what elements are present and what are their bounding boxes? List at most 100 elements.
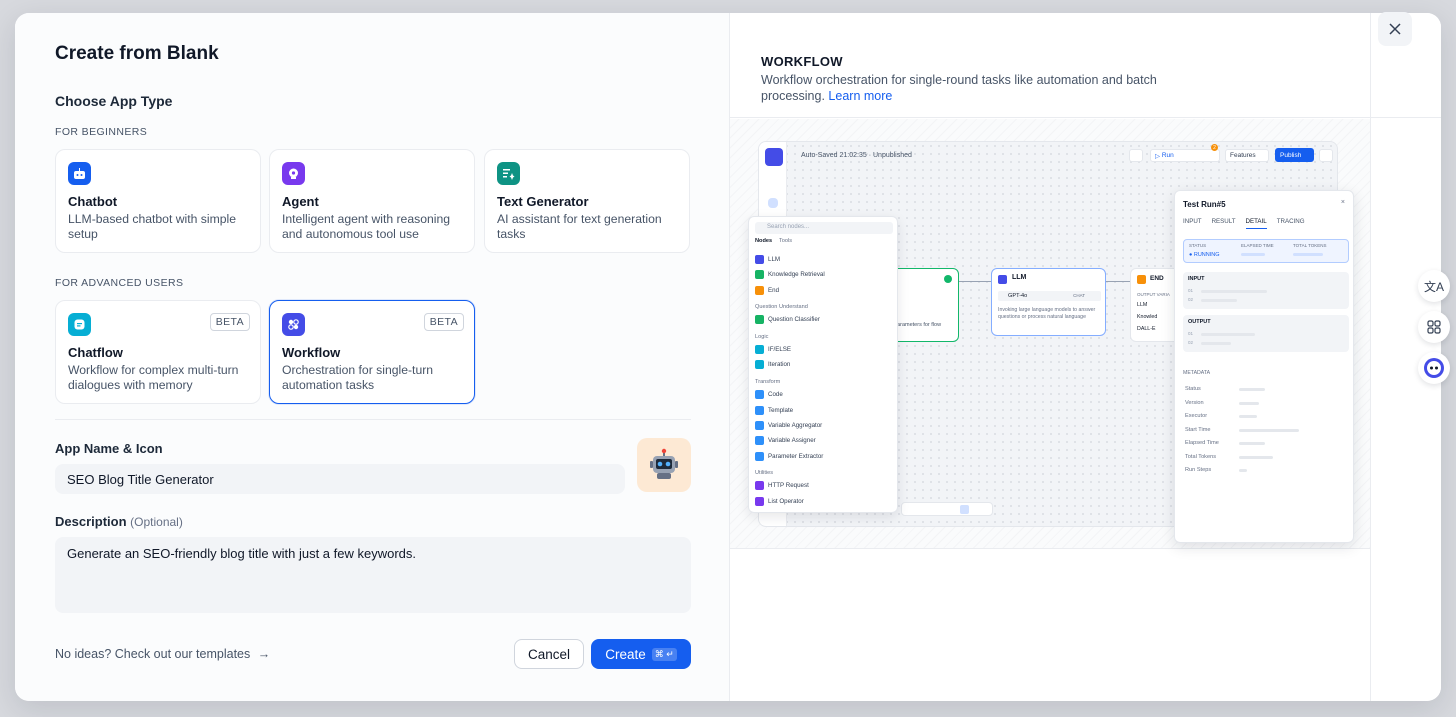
test-run-title: Test Run#5: [1183, 200, 1226, 209]
placeholder-bar: [1241, 253, 1265, 256]
publish-label: Publish: [1280, 151, 1302, 159]
card-name: Chatbot: [68, 194, 118, 209]
pointer-icon: [960, 505, 969, 514]
node-item: List Operator: [755, 497, 804, 506]
classifier-icon: [755, 315, 764, 324]
app-type-chatbot[interactable]: Chatbot LLM-based chatbot with simple se…: [55, 149, 261, 253]
tab-input: INPUT: [1183, 218, 1202, 225]
group-heading: Question Understand: [755, 304, 808, 310]
apps-button[interactable]: [1418, 311, 1450, 343]
app-logo-icon: [765, 148, 783, 166]
beginners-label: FOR BEGINNERS: [55, 126, 148, 138]
close-button[interactable]: [1378, 12, 1412, 46]
app-type-text-generator[interactable]: Text Generator AI assistant for text gen…: [484, 149, 690, 253]
description-label-text: Description: [55, 514, 127, 529]
card-desc: Workflow for complex multi-turn dialogue…: [68, 363, 239, 392]
assistant-button[interactable]: [1418, 352, 1450, 384]
line-number: 01: [1188, 331, 1194, 336]
llm-model-row: GPT-4o CHAT: [998, 291, 1101, 301]
tokens-label: TOTAL TOKENS: [1293, 243, 1327, 248]
placeholder-bar: [1239, 456, 1273, 459]
app-icon-picker[interactable]: [637, 438, 691, 492]
tab-nodes: Nodes: [755, 238, 773, 244]
end-icon: [1137, 275, 1146, 284]
status-box: STATUS ● RUNNING ELAPSED TIME TOTAL TOKE…: [1183, 239, 1349, 263]
tab-result: RESULT: [1211, 218, 1236, 225]
run-label: Run: [1161, 152, 1174, 159]
close-icon: [1389, 23, 1401, 35]
beta-badge: BETA: [423, 313, 464, 331]
tab-detail: DETAIL: [1245, 218, 1267, 229]
grid-icon: [1427, 320, 1441, 334]
line-number: 02: [1188, 297, 1194, 302]
assistant-icon: [1424, 358, 1444, 378]
aggregator-icon: [755, 421, 764, 430]
card-name: Workflow: [282, 345, 341, 360]
app-type-agent[interactable]: Agent Intelligent agent with reasoning a…: [269, 149, 475, 253]
chatflow-icon: [68, 313, 91, 336]
card-desc: LLM-based chatbot with simple setup: [68, 212, 237, 241]
metadata-label: METADATA: [1183, 370, 1211, 376]
node-item-label: IF/ELSE: [768, 346, 792, 353]
advanced-label: FOR ADVANCED USERS: [55, 277, 184, 289]
app-name-input[interactable]: SEO Blog Title Generator: [55, 464, 625, 494]
preview-description-text: Workflow orchestration for single-round …: [761, 73, 1157, 103]
node-item: LLM: [755, 255, 780, 264]
llm-icon: [998, 275, 1007, 284]
end-output-item: Knowled: [1137, 314, 1158, 320]
features-button: Features: [1225, 149, 1269, 162]
canvas-toolbar: [901, 502, 993, 516]
meta-row-label: Version: [1185, 400, 1204, 406]
app-type-chatflow[interactable]: BETA Chatflow Workflow for complex multi…: [55, 300, 261, 404]
description-textarea[interactable]: Generate an SEO-friendly blog title with…: [55, 537, 691, 613]
node-item: Variable Assigner: [755, 436, 816, 445]
learn-more-link[interactable]: Learn more: [828, 89, 892, 103]
extractor-icon: [755, 452, 764, 461]
keyboard-shortcut: ⌘ ↵: [651, 647, 677, 661]
create-app-modal: Create from Blank Choose App Type FOR BE…: [15, 13, 1441, 701]
create-button[interactable]: Create ⌘ ↵: [591, 639, 691, 669]
start-node-desc: parameters for flow: [894, 322, 942, 328]
assigner-icon: [755, 436, 764, 445]
group-heading: Logic: [755, 334, 769, 340]
nodes-panel: Search nodes... Nodes Tools LLM Knowledg…: [748, 216, 898, 513]
play-icon: ▷: [1155, 152, 1162, 160]
history-icon: [1319, 149, 1333, 162]
end-icon: [755, 286, 764, 295]
placeholder-bar: [1293, 253, 1323, 256]
input-label: INPUT: [1188, 276, 1205, 282]
node-item-label: End: [768, 287, 780, 294]
knowledge-icon: [755, 270, 764, 279]
node-item: Knowledge Retrieval: [755, 270, 825, 279]
placeholder-bar: [1201, 299, 1237, 302]
robot-icon: [650, 448, 678, 479]
http-icon: [755, 481, 764, 490]
card-desc: AI assistant for text generation tasks: [497, 212, 662, 241]
node-item: Question Classifier: [755, 315, 820, 324]
cancel-button[interactable]: Cancel: [514, 639, 584, 669]
node-item-label: Parameter Extractor: [768, 453, 824, 460]
templates-link-text: No ideas? Check out our templates: [55, 647, 251, 661]
end-output-item: DALL-E: [1137, 326, 1156, 332]
card-name: Chatflow: [68, 345, 123, 360]
node-item: Code: [755, 390, 783, 399]
line-number: 02: [1188, 340, 1194, 345]
app-type-workflow[interactable]: BETA Workflow Orchestration for single-t…: [269, 300, 475, 404]
arrow-right-icon: →: [257, 647, 271, 661]
card-name: Agent: [282, 194, 319, 209]
node-item-label: Question Classifier: [768, 316, 820, 323]
translate-button[interactable]: 文A: [1418, 270, 1450, 302]
placeholder-bar: [1201, 342, 1231, 345]
node-item-label: Template: [768, 407, 794, 414]
elapsed-label: ELAPSED TIME: [1241, 243, 1274, 248]
search-nodes-input: Search nodes...: [755, 222, 893, 234]
group-heading: Utilities: [755, 470, 774, 476]
modal-title: Create from Blank: [55, 43, 219, 64]
templates-link[interactable]: No ideas? Check out our templates →: [55, 647, 270, 661]
tab-tracing: TRACING: [1276, 218, 1305, 225]
meta-row-label: Total Tokens: [1185, 454, 1216, 460]
output-variables-label: OUTPUT VARIA: [1137, 292, 1170, 297]
app-name-label: App Name & Icon: [55, 441, 163, 456]
node-item-label: Variable Aggregator: [768, 422, 823, 429]
edge: [959, 281, 991, 282]
